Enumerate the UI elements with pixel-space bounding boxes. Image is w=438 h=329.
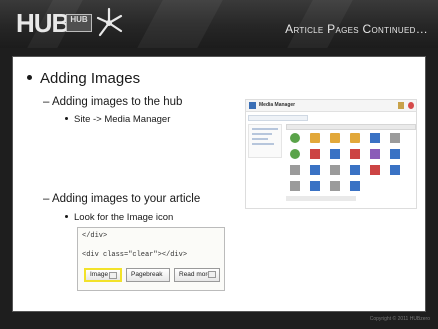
folder-icon bbox=[330, 133, 340, 143]
file-icon bbox=[350, 165, 360, 175]
media-manager-screenshot: Media Manager bbox=[245, 99, 417, 209]
file-icon bbox=[290, 133, 300, 143]
code-line: </div> bbox=[82, 232, 108, 240]
file-icon bbox=[370, 165, 380, 175]
mm-help-icon bbox=[408, 102, 414, 109]
mm-upload-bar bbox=[286, 196, 356, 201]
bullet-text: Adding Images bbox=[40, 70, 141, 87]
readmore-icon bbox=[208, 271, 216, 278]
file-icon bbox=[290, 181, 300, 191]
point-text: Site -> Media Manager bbox=[74, 114, 171, 125]
mm-thumbnail-grid bbox=[288, 133, 416, 193]
mm-upload-icon bbox=[398, 102, 404, 109]
file-icon bbox=[330, 149, 340, 159]
code-line: <div class="clear"></div> bbox=[82, 251, 188, 259]
file-icon bbox=[330, 165, 340, 175]
file-icon bbox=[290, 165, 300, 175]
folder-icon bbox=[350, 133, 360, 143]
mm-logo-icon bbox=[249, 102, 256, 109]
hub-logo: HUB HUB bbox=[16, 6, 126, 42]
mm-title: Media Manager bbox=[259, 102, 296, 108]
logo-text: HUB bbox=[16, 8, 70, 38]
file-icon bbox=[310, 181, 320, 191]
file-icon bbox=[390, 165, 400, 175]
point-media-manager: Site -> Media Manager bbox=[65, 114, 170, 125]
slide: HUB HUB Article Pages Continued… Adding … bbox=[0, 0, 438, 329]
pagebreak-button[interactable]: Pagebreak bbox=[126, 268, 170, 282]
bullet-dot bbox=[65, 214, 68, 218]
file-icon bbox=[350, 181, 360, 191]
folder-icon bbox=[310, 133, 320, 143]
bullet-dot bbox=[27, 74, 32, 80]
file-icon bbox=[310, 165, 320, 175]
spark-icon bbox=[96, 7, 123, 37]
mm-folder-tree bbox=[248, 124, 282, 158]
image-icon bbox=[109, 272, 117, 279]
readmore-button[interactable]: Read more... bbox=[174, 268, 220, 282]
header-decoration bbox=[137, 0, 223, 48]
sub-bullet-article: – Adding images to your article bbox=[43, 193, 201, 205]
mm-path-bar bbox=[286, 124, 416, 130]
section-title: Article Pages Continued… bbox=[285, 22, 428, 36]
bullet-adding-images: Adding Images bbox=[27, 70, 140, 87]
file-icon bbox=[310, 149, 320, 159]
slide-header: HUB HUB Article Pages Continued… bbox=[0, 0, 438, 48]
file-icon bbox=[390, 133, 400, 143]
file-icon bbox=[330, 181, 340, 191]
bullet-dot bbox=[65, 116, 68, 120]
mm-tabs bbox=[248, 115, 308, 121]
file-icon bbox=[290, 149, 300, 159]
slide-content: Adding Images – Adding images to the hub… bbox=[12, 56, 426, 312]
file-icon bbox=[370, 149, 380, 159]
image-button[interactable]: Image bbox=[84, 268, 122, 282]
copyright-footer: Copyright © 2011 HUBzero bbox=[369, 316, 430, 322]
image-button-label: Image bbox=[90, 271, 109, 278]
logo-box: HUB bbox=[66, 14, 92, 32]
point-image-icon: Look for the Image icon bbox=[65, 212, 173, 223]
file-icon bbox=[350, 149, 360, 159]
mm-toolbar: Media Manager bbox=[246, 100, 416, 112]
file-icon bbox=[390, 149, 400, 159]
pagebreak-button-label: Pagebreak bbox=[131, 271, 163, 278]
file-icon bbox=[370, 133, 380, 143]
editor-screenshot: </div> <div class="clear"></div> Image P… bbox=[77, 227, 225, 291]
point-text: Look for the Image icon bbox=[74, 212, 174, 223]
sub-bullet-hub: – Adding images to the hub bbox=[43, 96, 183, 108]
